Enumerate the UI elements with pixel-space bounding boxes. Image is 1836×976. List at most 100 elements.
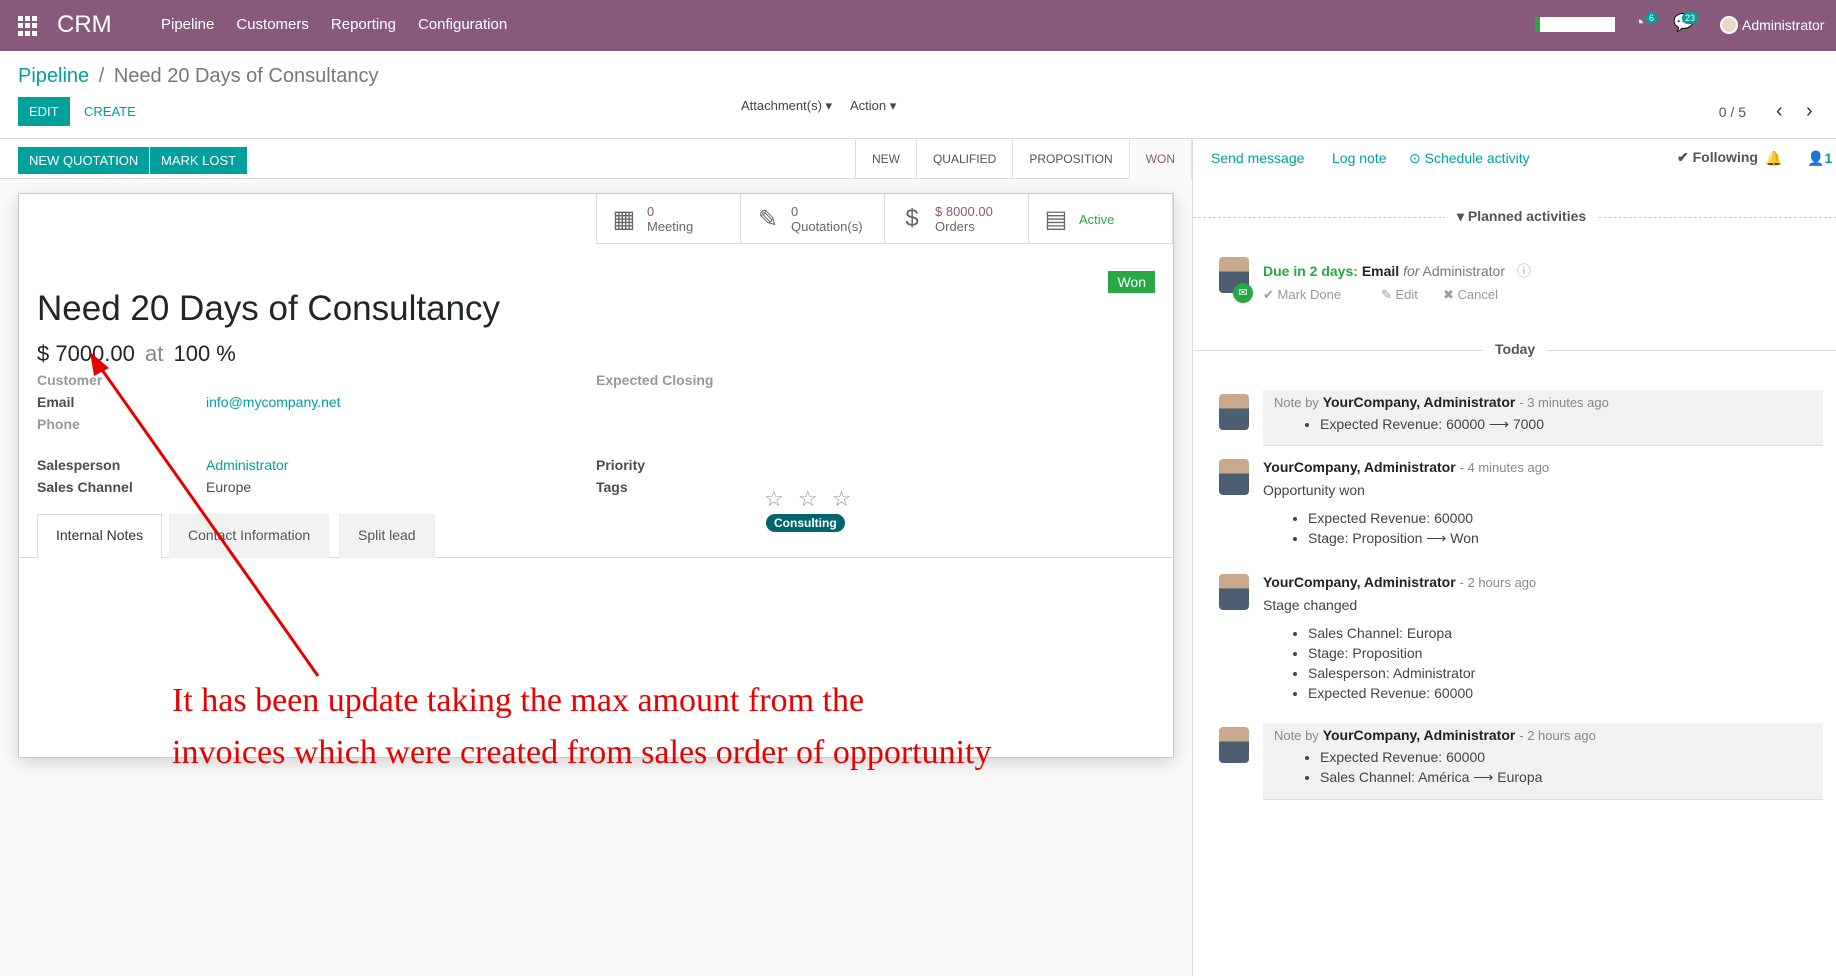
priority-label: Priority [596,457,646,473]
tracking-item: Salesperson: Administrator [1308,665,1823,681]
message-time: - 3 minutes ago [1519,395,1609,410]
annotation-text: It has been update taking the max amount… [172,675,1072,779]
edit-icon: ✎ [757,205,779,233]
message-3: YourCompany, Administrator - 2 hours ago… [1263,574,1823,705]
sales-channel-value[interactable]: Europe [206,479,251,495]
bell-icon[interactable]: 🔔 [1765,150,1782,167]
message-2: YourCompany, Administrator - 4 minutes a… [1263,459,1823,551]
followers-button[interactable]: 👤1 [1807,150,1832,167]
active-toggle-button[interactable]: ▤ Active [1029,194,1173,244]
message-body: Stage changed [1263,597,1358,613]
user-name: Administrator [1742,17,1825,33]
menu-reporting[interactable]: Reporting [331,16,396,33]
salesperson-label: Salesperson [37,457,121,473]
menu-pipeline[interactable]: Pipeline [161,16,214,33]
phone-label: Phone [37,416,80,432]
email-label: Email [37,394,75,410]
pager-next-icon[interactable]: › [1806,100,1813,123]
activity-edit-button[interactable]: ✎ Edit [1381,287,1418,303]
stage-proposition[interactable]: PROPOSITION [1013,139,1130,179]
message-badge: 23 [1682,12,1699,24]
activity-user: Administrator [1422,263,1505,279]
message-prefix: Note by [1274,395,1319,410]
create-button[interactable]: CREATE [73,97,147,126]
stage-won[interactable]: WON [1129,139,1192,179]
tracking-item: Expected Revenue: 60000 [1308,510,1823,526]
quotations-button[interactable]: ✎ 0 Quotation(s) [741,194,885,244]
notebook-tabs: Internal Notes Contact Information Split… [19,514,1173,559]
following-button[interactable]: ✔ Following [1677,149,1758,166]
activity-for: for [1403,263,1420,279]
email-icon: ✉ [1233,283,1253,303]
breadcrumb-pipeline[interactable]: Pipeline [18,65,89,87]
breadcrumb: Pipeline / Need 20 Days of Consultancy [18,65,378,88]
annotation-line-1: It has been update taking the max amount… [172,682,865,719]
tab-split-lead[interactable]: Split lead [339,514,435,558]
tracking-item: Stage: Proposition ⟶ Won [1308,530,1823,547]
tab-internal-notes[interactable]: Internal Notes [37,514,163,559]
tracking-item: Stage: Proposition [1308,645,1823,661]
mark-done-button[interactable]: ✔ Mark Done [1263,287,1341,303]
orders-button[interactable]: $ $ 8000.00 Orders [885,194,1029,244]
pager-value[interactable]: 0 / 5 [1719,104,1746,120]
tracking-item: Expected Revenue: 60000 ⟶ 7000 [1320,416,1814,433]
won-ribbon: Won [1108,271,1155,293]
tags-label: Tags [596,479,628,495]
message-avatar [1219,574,1249,610]
planned-activity: Due in 2 days: Email for Administrator ⓘ [1263,261,1531,281]
attachments-dropdown[interactable]: Attachment(s) ▾ [741,98,832,114]
tracking-item: Expected Revenue: 60000 [1320,749,1814,765]
activity-clock-icon[interactable]: ◔ [1634,13,1644,33]
activity-cancel-button[interactable]: ✖ Cancel [1443,287,1498,303]
meeting-button[interactable]: ▦ 0 Meeting [597,194,741,244]
status-bar: NEW QUOTATION MARK LOST NEW QUALIFIED PR… [0,139,1192,179]
revenue-value: $ 7000.00 [37,341,135,366]
activity-due: Due in 2 days: [1263,263,1358,279]
message-author[interactable]: YourCompany, Administrator [1263,459,1456,475]
form-sheet: ▦ 0 Meeting ✎ 0 Quotation(s) $ $ 8000.00 Or… [18,193,1174,758]
message-time: - 2 hours ago [1519,728,1596,743]
new-quotation-button[interactable]: NEW QUOTATION [18,147,150,174]
message-avatar [1219,459,1249,495]
priority-stars[interactable]: ☆ ☆ ☆ [764,486,855,512]
stage-new[interactable]: NEW [856,139,917,179]
message-author[interactable]: YourCompany, Administrator [1323,394,1516,410]
menu-configuration[interactable]: Configuration [418,16,507,33]
message-author[interactable]: YourCompany, Administrator [1323,727,1516,743]
action-dropdown[interactable]: Action ▾ [850,98,896,114]
annotation-line-2: invoices which were created from sales o… [172,734,992,771]
systray-bar[interactable] [1535,17,1615,32]
activity-badge: 6 [1646,12,1658,24]
pager-previous-icon[interactable]: ‹ [1776,100,1783,123]
main-navbar: CRM Pipeline Customers Reporting Configu… [0,0,1836,51]
message-4: Note by YourCompany, Administrator - 2 h… [1274,727,1814,790]
message-body: Opportunity won [1263,482,1365,498]
user-menu[interactable]: Administrator [1720,16,1824,34]
tab-contact-information[interactable]: Contact Information [169,514,330,558]
salesperson-value[interactable]: Administrator [206,457,288,473]
email-value[interactable]: info@mycompany.net [206,394,341,410]
planned-activities-toggle[interactable]: ▾ Planned activities [1445,208,1599,225]
message-avatar [1219,727,1249,763]
followers-count: 1 [1824,150,1833,166]
message-author[interactable]: YourCompany, Administrator [1263,574,1456,590]
stage-qualified[interactable]: QUALIFIED [917,139,1014,179]
dollar-icon: $ [905,205,919,232]
apps-menu-icon[interactable] [18,16,38,36]
orders-amount: $ 8000.00 [935,204,993,219]
log-note-button[interactable]: Log note [1332,150,1387,166]
app-brand[interactable]: CRM [57,11,112,39]
probability-value: 100 % [173,341,236,366]
edit-button[interactable]: EDIT [18,97,70,126]
orders-label: Orders [935,219,975,234]
menu-customers[interactable]: Customers [236,16,309,33]
mark-lost-button[interactable]: MARK LOST [150,147,248,174]
schedule-activity-button[interactable]: ⊙ Schedule activity [1409,150,1530,167]
tracking-item: Expected Revenue: 60000 [1308,685,1823,701]
top-menu: Pipeline Customers Reporting Configurati… [161,16,507,33]
chatter-panel: Send message Log note ⊙ Schedule activit… [1192,139,1836,976]
send-message-button[interactable]: Send message [1211,150,1304,166]
quotations-label: Quotation(s) [791,219,863,234]
info-icon[interactable]: ⓘ [1517,263,1531,279]
message-time: - 2 hours ago [1459,575,1537,590]
